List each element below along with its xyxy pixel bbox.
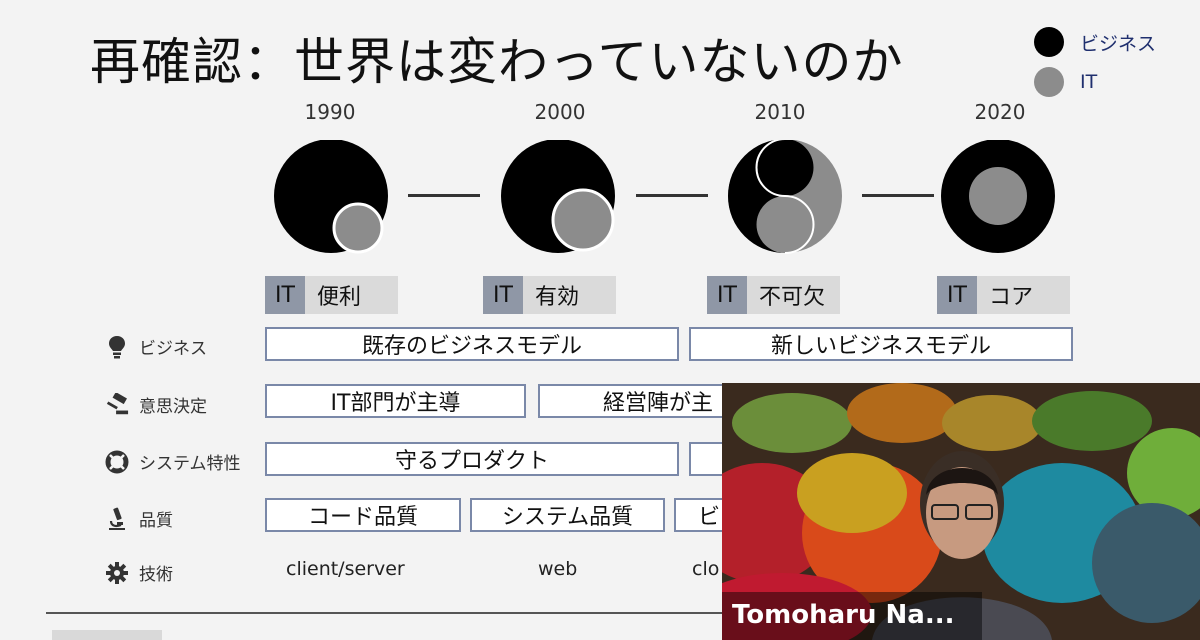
participant-name: Tomoharu Na... <box>732 600 955 630</box>
business-it-circle-2020 <box>941 140 1055 253</box>
page-title: 再確認：世界は変わっていないのか <box>90 33 904 91</box>
microscope-icon <box>105 507 129 531</box>
year-label: 2020 <box>974 100 1026 124</box>
system-cell: 守るプロダクト <box>265 442 679 476</box>
business-it-circle-2000 <box>501 140 615 253</box>
row-label-tech: 技術 <box>105 560 173 585</box>
it-role-label: コア <box>989 285 1034 310</box>
business-cell: 既存のビジネスモデル <box>265 327 679 361</box>
timeline-connector <box>862 194 934 197</box>
it-tag: IT <box>707 276 747 314</box>
timeline-connector <box>636 194 708 197</box>
row-label-text: ビジネス <box>139 339 207 359</box>
it-role-badge-1990: IT 便利 <box>265 276 398 314</box>
participant-name-tag: Tomoharu Na... <box>722 592 982 640</box>
year-label: 1990 <box>304 100 356 124</box>
it-tag: IT <box>937 276 977 314</box>
business-it-circle-1990 <box>274 140 388 254</box>
legend-item-it: IT <box>1034 62 1156 102</box>
business-cell: 新しいビジネスモデル <box>689 327 1073 361</box>
it-role-label: 不可欠 <box>759 285 826 310</box>
row-label-business: ビジネス <box>105 334 207 359</box>
decision-cell: IT部門が主導 <box>265 384 526 418</box>
lifebuoy-icon <box>105 450 129 474</box>
business-it-circle-2010 <box>728 140 842 254</box>
tech-label: web <box>538 558 578 580</box>
row-label-quality: 品質 <box>105 506 173 531</box>
it-role-label: 便利 <box>317 285 362 310</box>
row-label-text: 品質 <box>139 511 173 531</box>
slide-divider <box>46 612 746 614</box>
participant-video[interactable]: Tomoharu Na... <box>722 383 1200 640</box>
gavel-icon <box>105 392 129 417</box>
it-role-badge-2020: IT コア <box>937 276 1070 314</box>
year-label: 2000 <box>534 100 586 124</box>
legend: ビジネス IT <box>1034 22 1156 102</box>
it-role-badge-2010: IT 不可欠 <box>707 276 840 314</box>
legend-item-business: ビジネス <box>1034 22 1156 62</box>
it-role-label: 有効 <box>535 285 580 310</box>
slide-footer-tab <box>52 630 162 640</box>
legend-label: ビジネス <box>1080 32 1157 55</box>
row-label-text: 意思決定 <box>139 397 207 417</box>
legend-swatch-business <box>1034 27 1064 57</box>
it-tag: IT <box>483 276 523 314</box>
legend-swatch-it <box>1034 67 1064 97</box>
year-label: 2010 <box>754 100 806 124</box>
lightbulb-icon <box>105 335 129 359</box>
legend-label: IT <box>1080 71 1098 93</box>
row-label-text: システム特性 <box>139 454 241 474</box>
it-tag: IT <box>265 276 305 314</box>
gear-icon <box>105 561 129 585</box>
quality-cell: システム品質 <box>470 498 665 532</box>
timeline-connector <box>408 194 480 197</box>
quality-cell: コード品質 <box>265 498 461 532</box>
tech-label: clo <box>692 558 720 580</box>
row-label-system: システム特性 <box>105 449 241 474</box>
row-label-text: 技術 <box>139 565 173 585</box>
row-label-decision: 意思決定 <box>105 392 207 417</box>
tech-label: client/server <box>286 558 405 580</box>
it-role-badge-2000: IT 有効 <box>483 276 616 314</box>
